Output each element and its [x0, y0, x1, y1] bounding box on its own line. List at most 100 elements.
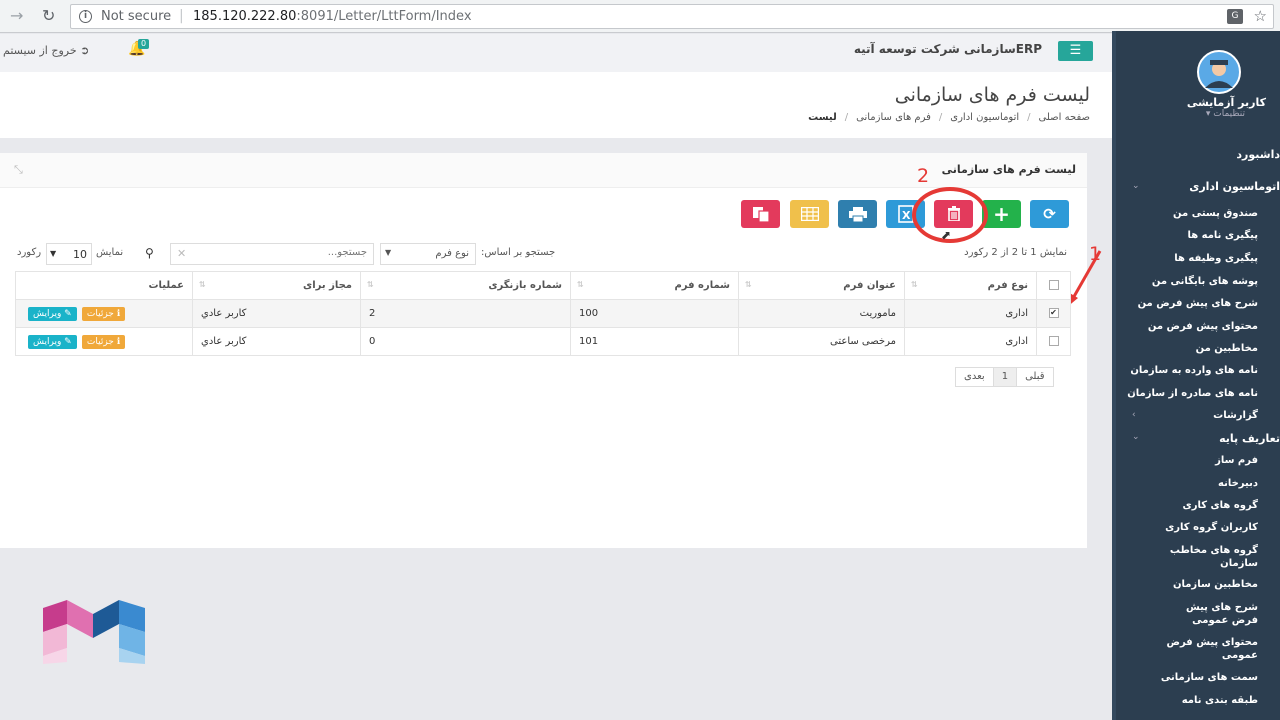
sidebar-item-secretariat[interactable]: دبیرخانه	[1218, 478, 1258, 489]
breadcrumb-office-automation[interactable]: اتوماسیون اداری	[950, 112, 1019, 123]
info-icon[interactable]: i	[79, 10, 92, 23]
company-title: ERPسازمانی شرکت توسعه آتیه	[853, 42, 1042, 56]
breadcrumb: صفحه اصلی / اتوماسیون اداری / فرم های سا…	[808, 112, 1090, 123]
pagination: بعدی 1 قبلی	[955, 367, 1054, 387]
sidebar-item-my-contacts[interactable]: مخاطبین من	[1196, 343, 1258, 354]
sidebar-item-public-default-descriptions[interactable]: شرح های پیش فرض عمومی	[1158, 601, 1258, 627]
column-header-label: نوع فرم	[987, 280, 1028, 291]
sidebar-item-default-descriptions[interactable]: شرح های پیش فرض من	[1138, 298, 1258, 309]
sidebar-item-work-group-users[interactable]: کاربران گروه کاری	[1165, 522, 1258, 533]
row-checkbox[interactable]	[1048, 336, 1059, 346]
page-size-select[interactable]: 10 ▼	[46, 243, 92, 265]
chevron-left-icon: ‹	[1132, 410, 1136, 420]
column-header-number[interactable]: شماره فرم ⇅	[570, 271, 739, 300]
column-header-revision[interactable]: شماره بازنگری ⇅	[360, 271, 571, 300]
menu-toggle-button[interactable]: ☰	[1058, 41, 1093, 61]
settings-link[interactable]: تنظیمات ▾	[1206, 109, 1245, 119]
reload-icon[interactable]: ↻	[42, 6, 55, 25]
details-button[interactable]: ℹ جزئیات	[81, 334, 126, 349]
sidebar-edge	[1112, 31, 1116, 720]
breadcrumb-current: لیست	[808, 112, 837, 123]
copy-button[interactable]	[741, 200, 780, 228]
not-secure-label: Not secure	[101, 9, 172, 24]
cell-allowed: کاربر عادي	[192, 299, 361, 328]
sidebar-item-work-groups[interactable]: گروه های کاری	[1183, 500, 1258, 511]
details-button[interactable]: ℹ جزئیات	[81, 306, 126, 321]
star-icon[interactable]: ☆	[1254, 7, 1267, 25]
print-button[interactable]	[838, 200, 877, 228]
back-arrow-icon[interactable]: →	[10, 6, 23, 25]
sidebar-item-form-builder[interactable]: فرم ساز	[1215, 455, 1258, 466]
clear-icon[interactable]: ✕	[177, 247, 186, 260]
sidebar-item-archive-folders[interactable]: پوشه های بایگانی من	[1152, 276, 1258, 287]
column-header-type[interactable]: نوع فرم ⇅	[904, 271, 1037, 300]
column-header-title[interactable]: عنوان فرم ⇅	[738, 271, 905, 300]
details-label: جزئیات	[86, 308, 114, 319]
copy-icon	[752, 207, 770, 223]
table-row[interactable]: ✔ اداری ماموریت 100 2 کاربر عادي ℹ جزئیا…	[15, 299, 1071, 328]
cell-operations: ℹ جزئیات ✎ ویرایش	[15, 299, 193, 328]
column-header-label: مجاز برای	[303, 280, 352, 291]
search-by-label: جستجو بر اساس:	[481, 247, 556, 258]
columns-button[interactable]	[790, 200, 829, 228]
address-bar[interactable]: i Not secure | 185.120.222.80:8091/Lette…	[70, 4, 1274, 29]
sort-icon: ⇅	[367, 280, 374, 289]
user-avatar-icon[interactable]	[1190, 50, 1248, 94]
sidebar-item-letter-tracking[interactable]: پیگیری نامه ها	[1187, 230, 1258, 241]
sidebar-item-public-default-content[interactable]: محتوای پیش فرض عمومی	[1158, 636, 1259, 662]
panel-title: لیست فرم های سازمانی	[941, 163, 1076, 176]
url-host: 185.120.222.80	[193, 9, 297, 24]
translate-icon[interactable]: G	[1227, 9, 1243, 24]
search-box: ✕	[170, 243, 374, 265]
logout-link[interactable]: ➲ خروج از سیستم	[3, 44, 89, 57]
prev-page-button[interactable]: قبلی	[1016, 368, 1052, 386]
sidebar-item-outgoing-letters[interactable]: نامه های صادره از سازمان	[1127, 388, 1258, 399]
select-all-checkbox[interactable]	[1048, 280, 1059, 290]
row-checkbox[interactable]: ✔	[1048, 308, 1059, 318]
cell-number: 100	[570, 299, 739, 328]
chevron-down-icon: ⌄	[1132, 432, 1140, 442]
show-label: نمایش	[96, 247, 124, 258]
edit-button[interactable]: ✎ ویرایش	[28, 306, 77, 321]
select-all-header	[1036, 271, 1071, 300]
expand-icon[interactable]: ⤡	[14, 163, 23, 177]
step-number-2: 2	[917, 165, 930, 187]
sidebar-item-org-contacts[interactable]: مخاطبین سازمان	[1173, 579, 1258, 590]
sidebar-item-base-definitions[interactable]: تعاریف پایه	[1219, 432, 1280, 445]
forms-panel: لیست فرم های سازمانی ⤡ ⟳ + X 2 1 ⬈ نمایش…	[0, 153, 1102, 548]
next-page-button[interactable]: بعدی	[956, 368, 993, 386]
table-header-row: نوع فرم ⇅ عنوان فرم ⇅ شماره فرم ⇅ شماره باز…	[15, 271, 1071, 300]
page-header: لیست فرم های سازمانی صفحه اصلی / اتوماسی…	[0, 72, 1112, 138]
plus-icon: +	[993, 202, 1010, 226]
sidebar-item-reports[interactable]: گزارشات	[1213, 410, 1258, 421]
url-separator: |	[179, 8, 184, 24]
sidebar-item-incoming-letters[interactable]: نامه های وارده به سازمان	[1130, 365, 1258, 376]
sidebar: کاربر آزمایشی تنظیمات ▾ داشبورد اتوماسیو…	[1112, 31, 1280, 720]
record-label: رکورد	[17, 247, 42, 258]
search-field-value: نوع فرم	[435, 248, 469, 259]
sidebar-item-office-automation[interactable]: اتوماسیون اداری	[1189, 180, 1280, 193]
search-input[interactable]	[197, 247, 367, 258]
breadcrumb-forms[interactable]: فرم های سازمانی	[856, 112, 931, 123]
sidebar-item-default-content[interactable]: محتوای پیش فرض من	[1148, 321, 1258, 332]
search-field-select[interactable]: نوع فرم ▼	[380, 243, 476, 265]
page-1-button[interactable]: 1	[992, 368, 1017, 386]
search-icon[interactable]: ⚲	[145, 246, 154, 260]
sidebar-item-mailbox[interactable]: صندوق پستی من	[1173, 208, 1258, 219]
chevron-left-icon: ‹	[1132, 388, 1136, 398]
edit-button[interactable]: ✎ ویرایش	[28, 334, 77, 349]
breadcrumb-home[interactable]: صفحه اصلی	[1039, 112, 1090, 123]
column-header-allowed[interactable]: مجاز برای ⇅	[192, 271, 361, 300]
sidebar-item-org-positions[interactable]: سمت های سازمانی	[1161, 672, 1258, 683]
cell-title: ماموریت	[738, 299, 905, 328]
url-text[interactable]: 185.120.222.80:8091/Letter/LttForm/Index	[193, 9, 472, 24]
table-icon	[800, 206, 819, 222]
sidebar-item-letter-classification[interactable]: طبقه بندی نامه	[1182, 695, 1258, 706]
table-row[interactable]: اداری مرخصی ساعتی 101 0 کاربر عادي ℹ جزئ…	[15, 327, 1071, 356]
refresh-button[interactable]: ⟳	[1030, 200, 1069, 228]
sidebar-item-contact-groups[interactable]: گروه های مخاطب سازمان	[1158, 544, 1258, 570]
edit-label: ویرایش	[33, 308, 62, 319]
sidebar-item-task-tracking[interactable]: پیگیری وظیفه ها	[1174, 253, 1258, 264]
page-title: لیست فرم های سازمانی	[894, 84, 1090, 106]
sidebar-item-dashboard[interactable]: داشبورد	[1236, 148, 1280, 161]
